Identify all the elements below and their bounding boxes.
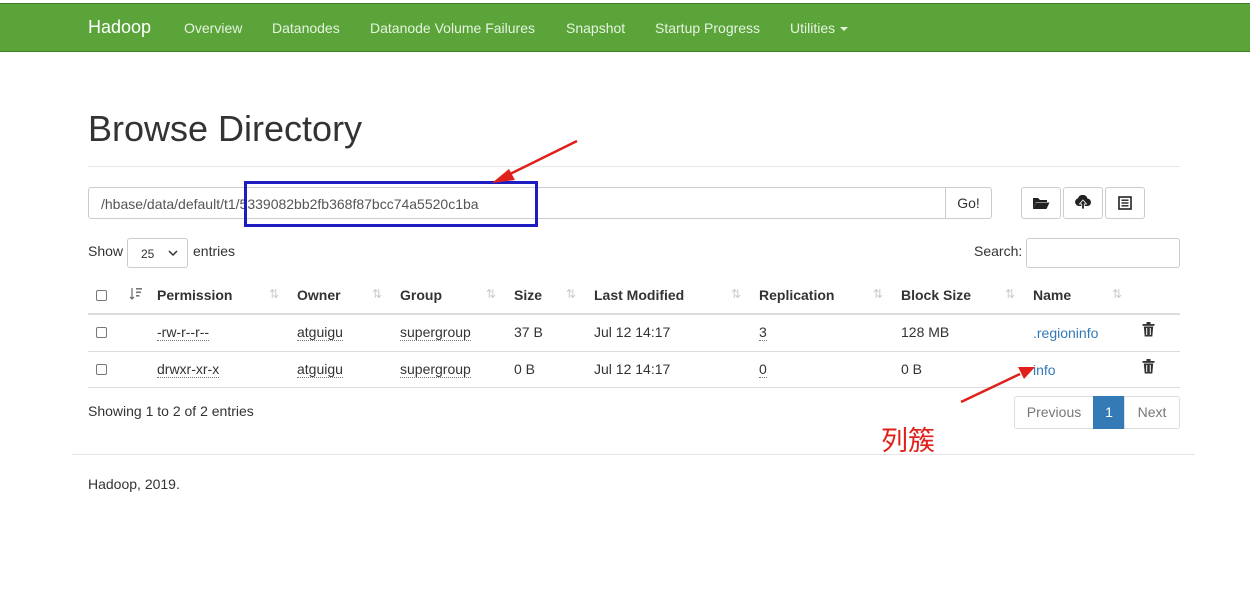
arrow-icon xyxy=(492,139,578,183)
annotation-arrows xyxy=(492,139,1035,404)
arrow-icon xyxy=(960,367,1035,404)
